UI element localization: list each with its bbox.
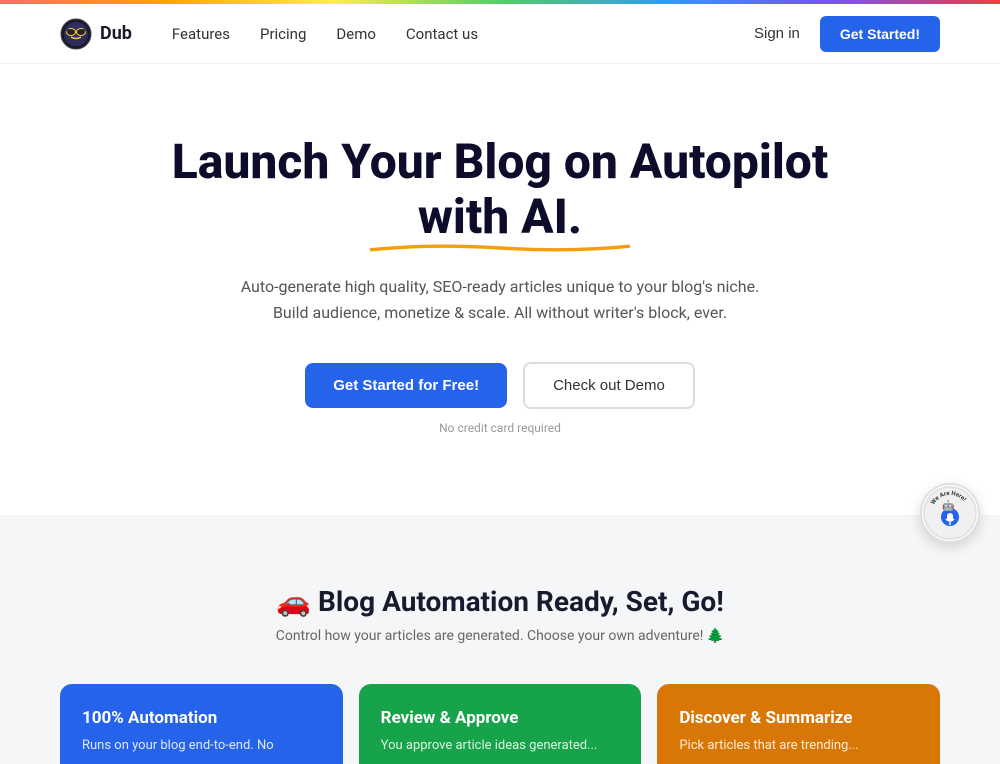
features-subtitle: Control how your articles are generated.…: [60, 628, 940, 644]
hero-title-text: Launch Your Blog on Autopilot with AI.: [172, 133, 828, 245]
nav-get-started-button[interactable]: Get Started!: [820, 16, 940, 52]
brand-logo-link[interactable]: Dub: [60, 18, 132, 50]
brand-logo-icon: [60, 18, 92, 50]
nav-contact[interactable]: Contact us: [406, 25, 478, 43]
get-started-free-button[interactable]: Get Started for Free!: [305, 363, 507, 408]
nav-features[interactable]: Features: [172, 25, 230, 43]
navbar: Dub Features Pricing Demo Contact us Sig…: [0, 4, 1000, 64]
chat-bubble-inner: We Are Here! 🤖: [922, 485, 978, 541]
chat-bubble-button[interactable]: We Are Here! 🤖: [920, 483, 980, 543]
sign-in-button[interactable]: Sign in: [754, 25, 800, 42]
hero-title: Launch Your Blog on Autopilot with AI.: [150, 134, 850, 244]
features-title: 🚗 Blog Automation Ready, Set, Go!: [60, 585, 940, 618]
feature-card-automation-title: 100% Automation: [82, 708, 321, 728]
feature-card-discover: Discover & Summarize Pick articles that …: [657, 684, 940, 764]
feature-card-review-desc: You approve article ideas generated...: [381, 736, 620, 756]
nav-links: Features Pricing Demo Contact us: [172, 25, 754, 43]
nav-demo[interactable]: Demo: [336, 25, 376, 43]
svg-text:🤖: 🤖: [942, 499, 954, 512]
check-out-demo-button[interactable]: Check out Demo: [523, 362, 695, 409]
feature-cards: 100% Automation Runs on your blog end-to…: [60, 684, 940, 764]
features-section: 🚗 Blog Automation Ready, Set, Go! Contro…: [0, 515, 1000, 764]
chat-bubble-icon: We Are Here! 🤖: [922, 485, 978, 541]
brand-name: Dub: [100, 23, 132, 44]
feature-card-review: Review & Approve You approve article ide…: [359, 684, 642, 764]
feature-card-automation-desc: Runs on your blog end-to-end. No: [82, 736, 321, 756]
underline-decoration-icon: [340, 242, 660, 254]
feature-card-discover-title: Discover & Summarize: [679, 708, 918, 728]
nav-right: Sign in Get Started!: [754, 16, 940, 52]
hero-subtitle: Auto-generate high quality, SEO-ready ar…: [241, 274, 760, 325]
feature-card-review-title: Review & Approve: [381, 708, 620, 728]
feature-card-automation: 100% Automation Runs on your blog end-to…: [60, 684, 343, 764]
no-credit-card-label: No credit card required: [439, 421, 561, 435]
hero-buttons: Get Started for Free! Check out Demo: [305, 362, 695, 409]
feature-card-discover-desc: Pick articles that are trending...: [679, 736, 918, 756]
nav-pricing[interactable]: Pricing: [260, 25, 306, 43]
hero-section: Launch Your Blog on Autopilot with AI. A…: [0, 64, 1000, 515]
